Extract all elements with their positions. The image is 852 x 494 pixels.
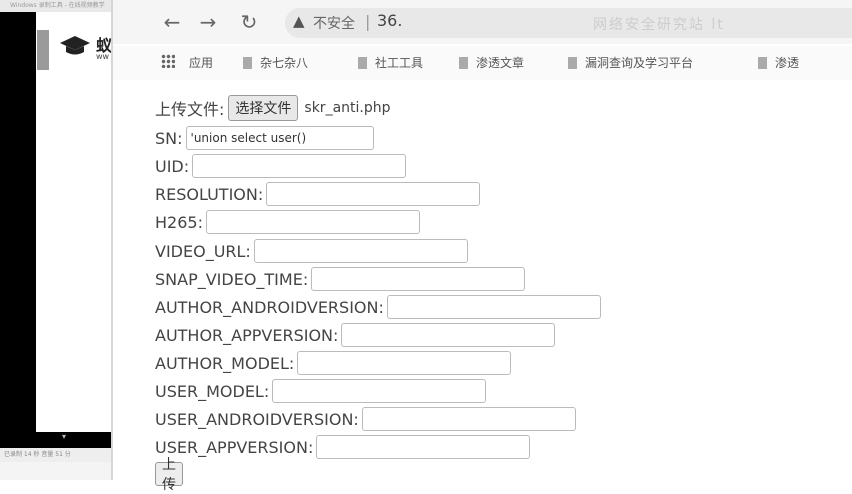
field-label: RESOLUTION: [155,184,264,204]
file-label: 上传文件: [155,100,225,119]
recorder-logo-subtext: ww [96,52,110,61]
h265-input[interactable] [205,210,420,234]
bookmark-folder[interactable]: 渗透文章 [459,54,524,71]
author-appversion-input[interactable] [341,323,556,347]
bookmark-apps[interactable]: 应用 [189,54,213,71]
insecure-label[interactable]: 不安全 [313,13,355,33]
snap-video-time-input[interactable] [311,267,526,291]
recorder-content [36,12,112,432]
folder-icon [358,57,367,69]
field-label: UID: [155,156,190,176]
bookmark-label: 应用 [189,56,214,70]
recorder-sidebar-strip [37,30,49,70]
field-label: AUTHOR_APPVERSION: [155,325,339,345]
recorder-status: 已录制 14 秒 音量 51 分 [0,448,112,462]
file-row: 上传文件: 选择文件 skr_anti.php [155,95,391,121]
form-row-author-androidversion: AUTHOR_ANDROIDVERSION: [155,295,601,319]
folder-icon [568,57,577,69]
field-label: USER_ANDROIDVERSION: [155,409,359,429]
user-appversion-input[interactable] [316,435,531,459]
author-androidversion-input[interactable] [386,295,601,319]
chevron-down-icon[interactable]: ▾ [62,432,66,441]
recorder-bottom-bar [0,462,112,480]
form-row-uid: UID: [155,154,407,178]
video-url-input[interactable] [253,239,468,263]
field-label: USER_MODEL: [155,381,270,401]
bookmark-folder[interactable]: 杂七杂八 [243,54,308,71]
form-row-resolution: RESOLUTION: [155,182,481,206]
upload-button[interactable]: 上传 [155,457,183,493]
field-label: SN: [155,128,183,148]
user-androidversion-input[interactable] [361,407,576,431]
file-name: skr_anti.php [304,100,391,116]
field-label: VIDEO_URL: [155,241,251,261]
browser-window: ← → ↻ ▲ 不安全 | 36. 网络安全研究站 lt 应用 杂七杂八 社工工… [113,0,852,493]
graduation-cap-icon [60,36,90,55]
choose-file-button[interactable]: 选择文件 [228,95,299,121]
field-label: SNAP_VIDEO_TIME: [155,269,309,289]
warning-icon[interactable]: ▲ [293,12,305,30]
url-text[interactable]: 36. [377,11,402,30]
author-model-input[interactable] [297,351,512,375]
resolution-input[interactable] [266,182,481,206]
form-row-h265: H265: [155,210,420,234]
form-row-sn: SN: 'union select user() [155,126,374,150]
field-label: H265: [155,212,203,232]
user-model-input[interactable] [272,379,487,403]
form-row-video-url: VIDEO_URL: [155,239,468,263]
form-row-author-appversion: AUTHOR_APPVERSION: [155,323,556,347]
recorder-title: Windows 录制工具 - 在线视频教学 [0,0,112,12]
folder-icon [459,57,468,69]
bookmark-folder[interactable]: 社工工具 [358,54,423,71]
bookmark-folder[interactable]: 漏洞查询及学习平台 [568,54,693,71]
address-separator: | [365,12,371,31]
browser-toolbar: ← → ↻ ▲ 不安全 | 36. 网络安全研究站 lt [113,0,852,44]
field-label: USER_APPVERSION: [155,437,314,457]
sn-input[interactable]: 'union select user() [185,126,374,150]
bookmark-folder[interactable]: 渗透 [758,54,799,71]
field-label: AUTHOR_MODEL: [155,353,295,373]
bookmark-label: 杂七杂八 [260,56,309,70]
form-row-user-androidversion: USER_ANDROIDVERSION: [155,407,576,431]
back-button[interactable]: ← [160,10,184,34]
form-row-user-model: USER_MODEL: [155,379,487,403]
reload-button[interactable]: ↻ [237,10,261,34]
forward-button[interactable]: → [196,10,220,34]
blurred-overlay-text: 网络安全研究站 lt [593,17,725,33]
apps-grid-icon[interactable] [161,54,175,68]
bookmark-label: 渗透文章 [476,56,525,70]
folder-icon [243,57,252,69]
bookmark-label: 社工工具 [375,56,424,70]
form-row-snap-video-time: SNAP_VIDEO_TIME: [155,267,526,291]
uid-input[interactable] [192,154,407,178]
bookmark-label: 渗透 [775,56,800,70]
folder-icon [758,57,767,69]
form-row-author-model: AUTHOR_MODEL: [155,351,512,375]
field-label: AUTHOR_ANDROIDVERSION: [155,297,384,317]
bookmark-label: 漏洞查询及学习平台 [585,56,694,70]
form-row-user-appversion: USER_APPVERSION: [155,435,531,459]
bookmarks-bar: 应用 杂七杂八 社工工具 渗透文章 漏洞查询及学习平台 渗透 [113,46,852,80]
